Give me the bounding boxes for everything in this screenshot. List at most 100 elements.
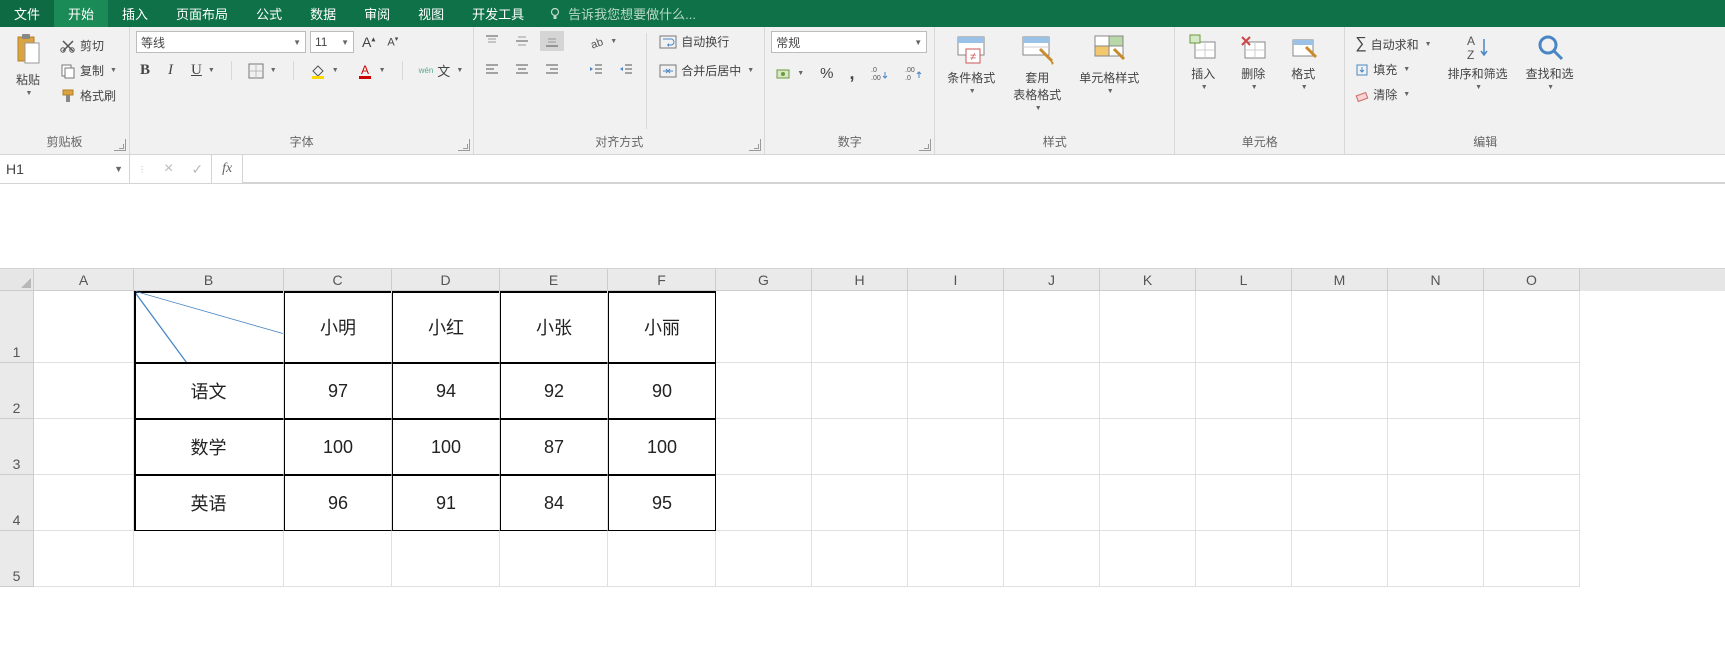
cell-L5[interactable]	[1196, 531, 1292, 587]
cell-C3[interactable]: 100	[284, 419, 392, 475]
cell-C5[interactable]	[284, 531, 392, 587]
font-name-combo[interactable]: 等线▼	[136, 31, 306, 53]
cell-K4[interactable]	[1100, 475, 1196, 531]
cell-L2[interactable]	[1196, 363, 1292, 419]
column-header-M[interactable]: M	[1292, 269, 1388, 291]
font-size-combo[interactable]: 11▼	[310, 31, 354, 53]
cell-K3[interactable]	[1100, 419, 1196, 475]
align-top-button[interactable]	[480, 31, 504, 51]
cell-E5[interactable]	[500, 531, 608, 587]
cell-A3[interactable]	[34, 419, 134, 475]
cell-M5[interactable]	[1292, 531, 1388, 587]
align-middle-button[interactable]	[510, 31, 534, 51]
cell-G4[interactable]	[716, 475, 812, 531]
number-format-combo[interactable]: 常规▼	[771, 31, 927, 53]
italic-button[interactable]: I	[164, 60, 177, 81]
menu-tab-home[interactable]: 开始	[54, 0, 108, 27]
column-header-E[interactable]: E	[500, 269, 608, 291]
cell-G1[interactable]	[716, 291, 812, 363]
cell-K5[interactable]	[1100, 531, 1196, 587]
row-header-1[interactable]: 1	[0, 291, 34, 363]
paste-button[interactable]: 粘贴 ▼	[6, 31, 50, 99]
cell-F1[interactable]: 小丽	[608, 291, 716, 363]
align-center-button[interactable]	[510, 59, 534, 79]
row-header-3[interactable]: 3	[0, 419, 34, 475]
cell-E1[interactable]: 小张	[500, 291, 608, 363]
cell-H2[interactable]	[812, 363, 908, 419]
cell-J3[interactable]	[1004, 419, 1100, 475]
cell-D2[interactable]: 94	[392, 363, 500, 419]
increase-indent-button[interactable]	[614, 59, 638, 79]
cell-L1[interactable]	[1196, 291, 1292, 363]
cell-J5[interactable]	[1004, 531, 1100, 587]
fx-button[interactable]: fx	[212, 155, 243, 183]
column-header-I[interactable]: I	[908, 269, 1004, 291]
cell-F5[interactable]	[608, 531, 716, 587]
column-header-H[interactable]: H	[812, 269, 908, 291]
autosum-button[interactable]: ∑ 自动求和▼	[1351, 33, 1435, 55]
menu-tab-formulas[interactable]: 公式	[242, 0, 296, 27]
column-header-B[interactable]: B	[134, 269, 284, 291]
fill-color-button[interactable]: ▼	[306, 61, 343, 81]
cell-E3[interactable]: 87	[500, 419, 608, 475]
cell-I1[interactable]	[908, 291, 1004, 363]
column-header-O[interactable]: O	[1484, 269, 1580, 291]
cell-A1[interactable]	[34, 291, 134, 363]
cell-C1[interactable]: 小明	[284, 291, 392, 363]
cell-H1[interactable]	[812, 291, 908, 363]
borders-button[interactable]: ▼	[244, 61, 281, 81]
accounting-button[interactable]: ▼	[771, 64, 808, 84]
menu-tab-layout[interactable]: 页面布局	[162, 0, 242, 27]
cell-I2[interactable]	[908, 363, 1004, 419]
menu-tab-data[interactable]: 数据	[296, 0, 350, 27]
menu-tab-file[interactable]: 文件	[0, 0, 54, 27]
cell-G2[interactable]	[716, 363, 812, 419]
cell-I3[interactable]	[908, 419, 1004, 475]
cell-O2[interactable]	[1484, 363, 1580, 419]
cell-C4[interactable]: 96	[284, 475, 392, 531]
cell-J1[interactable]	[1004, 291, 1100, 363]
comma-button[interactable]: ,	[845, 61, 858, 86]
cell-E2[interactable]: 92	[500, 363, 608, 419]
cell-M4[interactable]	[1292, 475, 1388, 531]
cell-O1[interactable]	[1484, 291, 1580, 363]
orientation-button[interactable]: ab▼	[584, 31, 621, 51]
cell-B4[interactable]: 英语	[134, 475, 284, 531]
cell-M1[interactable]	[1292, 291, 1388, 363]
cell-H5[interactable]	[812, 531, 908, 587]
format-painter-button[interactable]: 格式刷	[56, 85, 121, 106]
cell-K2[interactable]	[1100, 363, 1196, 419]
sort-filter-button[interactable]: AZ 排序和筛选▼	[1442, 31, 1514, 93]
cell-J2[interactable]	[1004, 363, 1100, 419]
cell-B5[interactable]	[134, 531, 284, 587]
percent-button[interactable]: %	[816, 63, 837, 84]
cell-M2[interactable]	[1292, 363, 1388, 419]
decrease-indent-button[interactable]	[584, 59, 608, 79]
cancel-icon[interactable]: ×	[164, 160, 173, 178]
name-box[interactable]: H1 ▼	[0, 155, 130, 183]
align-launcher-icon[interactable]	[749, 139, 761, 151]
cell-O4[interactable]	[1484, 475, 1580, 531]
format-cells-button[interactable]: 格式▼	[1281, 31, 1325, 93]
cell-H3[interactable]	[812, 419, 908, 475]
cell-C2[interactable]: 97	[284, 363, 392, 419]
cell-B3[interactable]: 数学	[134, 419, 284, 475]
column-header-D[interactable]: D	[392, 269, 500, 291]
cell-A4[interactable]	[34, 475, 134, 531]
cell-styles-button[interactable]: 单元格样式▼	[1073, 31, 1145, 97]
worksheet-grid[interactable]: ABCDEFGHIJKLMNO 1小明小红小张小丽2语文979492903数学1…	[0, 269, 1725, 587]
cell-G5[interactable]	[716, 531, 812, 587]
clipboard-launcher-icon[interactable]	[114, 139, 126, 151]
cell-D5[interactable]	[392, 531, 500, 587]
font-color-button[interactable]: A▼	[353, 61, 390, 81]
align-left-button[interactable]	[480, 59, 504, 79]
cell-D3[interactable]: 100	[392, 419, 500, 475]
menu-tab-review[interactable]: 审阅	[350, 0, 404, 27]
insert-cells-button[interactable]: 插入▼	[1181, 31, 1225, 93]
cell-E4[interactable]: 84	[500, 475, 608, 531]
decrease-font-button[interactable]: A▾	[383, 33, 402, 51]
font-launcher-icon[interactable]	[458, 139, 470, 151]
column-header-J[interactable]: J	[1004, 269, 1100, 291]
menu-tab-insert[interactable]: 插入	[108, 0, 162, 27]
cell-D4[interactable]: 91	[392, 475, 500, 531]
